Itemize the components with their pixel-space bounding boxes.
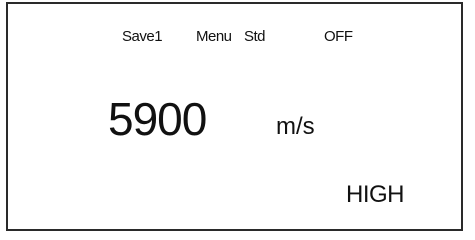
save-slot-label: Save1 [122, 28, 163, 45]
menu-label: Menu [196, 28, 232, 45]
gain-level-label: HIGH [346, 181, 405, 208]
status-bar: Save1 Menu Std OFF [8, 26, 461, 48]
power-status-label: OFF [324, 28, 353, 45]
mode-label: Std [244, 28, 266, 45]
velocity-reading: 5900 [108, 93, 207, 145]
velocity-unit: m/s [276, 113, 315, 140]
lcd-screen: Save1 Menu Std OFF 5900 m/s HIGH [6, 2, 463, 231]
